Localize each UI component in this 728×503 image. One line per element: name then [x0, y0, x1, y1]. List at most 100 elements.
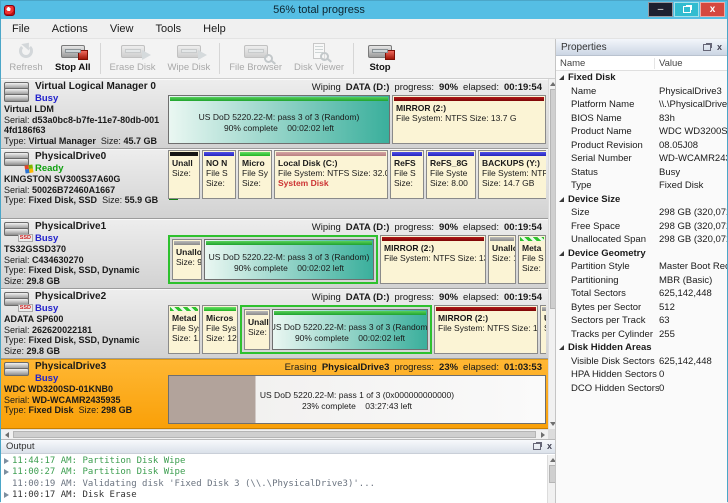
property-row[interactable]: Product Revision08.05J08: [556, 139, 727, 153]
expander-icon[interactable]: [559, 345, 564, 350]
wipe-progress-block[interactable]: US DoD 5220.22-M: pass 3 of 3 (Random) 9…: [204, 239, 374, 280]
disk-model: WDC WD3200SD-01KNB0: [4, 384, 164, 395]
titlebar: 56% total progress – x: [1, 1, 727, 19]
close-panel-icon[interactable]: x: [717, 43, 722, 52]
minimize-button[interactable]: –: [648, 2, 673, 17]
column-name[interactable]: Name: [556, 58, 655, 69]
section-device-geometry[interactable]: Device Geometry: [556, 247, 727, 261]
disk-row-physicaldrive3-selected[interactable]: PhysicalDrive3 Busy WDC WD3200SD-01KNB0 …: [1, 359, 548, 429]
wipe-status-line: WipingDATA (D:) progress:90% elapsed:00:…: [168, 220, 546, 235]
expand-arrow-icon[interactable]: [4, 458, 12, 464]
disk-row-physicaldrive2[interactable]: SSD PhysicalDrive2 Busy ADATA SP600 Seri…: [1, 289, 548, 359]
property-row[interactable]: HPA Hidden Sectors0: [556, 368, 727, 382]
menu-help[interactable]: Help: [192, 23, 237, 35]
partition-block[interactable]: USi: [540, 305, 546, 354]
property-row[interactable]: Size298 GB (320,072,93: [556, 206, 727, 220]
disk-info[interactable]: SSD PhysicalDrive1 Busy TS32GSSD370 Seri…: [1, 220, 167, 288]
refresh-button[interactable]: Refresh: [3, 39, 49, 78]
disk-row-virtual-manager[interactable]: Virtual Logical Manager 0 Busy Virtual L…: [1, 79, 548, 149]
property-row[interactable]: Total Sectors625,142,448: [556, 287, 727, 301]
property-row[interactable]: Visible Disk Sectors625,142,448: [556, 355, 727, 369]
log-line[interactable]: 11:00:19 AM: Validating disk 'Fixed Disk…: [1, 478, 547, 490]
partition-block[interactable]: ReFS_8GFile SysteSize: 8.00: [426, 150, 476, 199]
partition-block[interactable]: UnallSize:: [168, 150, 200, 199]
property-row[interactable]: Bytes per Sector512: [556, 301, 727, 315]
erase-progress-block[interactable]: US DoD 5220.22-M: pass 1 of 3 (0x0000000…: [168, 375, 546, 424]
disk-row-physicaldrive1[interactable]: SSD PhysicalDrive1 Busy TS32GSSD370 Seri…: [1, 219, 548, 289]
property-row[interactable]: Platform Name\\.\PhysicalDrive3: [556, 98, 727, 112]
partition-block[interactable]: MicrosFile SysSize: 12: [202, 305, 238, 354]
section-fixed-disk[interactable]: Fixed Disk: [556, 71, 727, 85]
float-panel-icon[interactable]: [533, 443, 541, 450]
disk-serial: 262620022181: [32, 325, 92, 335]
partition-block[interactable]: MIRROR (2:) File System: NTFS Size: 13.7…: [392, 95, 546, 144]
disk-info[interactable]: Virtual Logical Manager 0 Busy Virtual L…: [1, 80, 167, 148]
stop-button[interactable]: Stop: [357, 39, 403, 78]
expand-arrow-icon[interactable]: [4, 469, 12, 475]
status-badge: Ready: [35, 163, 106, 174]
partition-block[interactable]: MicroFile SySize:: [238, 150, 272, 199]
toolbar-separator: [353, 43, 354, 74]
expander-icon[interactable]: [559, 251, 564, 256]
property-row[interactable]: PartitioningMBR (Basic): [556, 274, 727, 288]
disk-info[interactable]: PhysicalDrive3 Busy WDC WD3200SD-01KNB0 …: [1, 360, 167, 428]
disk-info[interactable]: PhysicalDrive0 Ready KINGSTON SV300S37A6…: [1, 150, 167, 218]
property-row[interactable]: Unallocated Span298 GB (320,072,93: [556, 233, 727, 247]
property-row[interactable]: StatusBusy: [556, 166, 727, 180]
log-line[interactable]: 11:44:17 AM: Partition Disk Wipe: [1, 455, 547, 467]
partition-block[interactable]: MetaFile SSize:: [518, 235, 546, 284]
scroll-left-arrow[interactable]: [1, 430, 12, 439]
close-button[interactable]: x: [700, 2, 725, 17]
partition-block[interactable]: UnalloSize: 1: [488, 235, 516, 284]
property-row[interactable]: Sectors per Track63: [556, 314, 727, 328]
restore-button[interactable]: [674, 2, 699, 17]
property-row[interactable]: Product NameWDC WD3200SD-0: [556, 125, 727, 139]
partition-block[interactable]: MIRROR (2:)File System: NTFS Size: 13.7 …: [434, 305, 538, 354]
property-row[interactable]: TypeFixed Disk: [556, 179, 727, 193]
stop-all-button[interactable]: Stop All: [49, 39, 97, 78]
property-row[interactable]: Serial NumberWD-WCAMR24359: [556, 152, 727, 166]
float-panel-icon[interactable]: [703, 44, 711, 51]
file-browser-button[interactable]: File Browser: [223, 39, 288, 78]
property-row[interactable]: Partition StyleMaster Boot Recor: [556, 260, 727, 274]
scroll-thumb[interactable]: [13, 431, 536, 438]
log-line[interactable]: 11:00:27 AM: Partition Disk Wipe: [1, 467, 547, 479]
partition-block[interactable]: ReFSFile SSize:: [390, 150, 424, 199]
close-panel-icon[interactable]: x: [547, 442, 552, 451]
expand-arrow-icon[interactable]: [4, 492, 12, 498]
expander-icon[interactable]: [559, 75, 564, 80]
menu-tools[interactable]: Tools: [144, 23, 192, 35]
erase-disk-button[interactable]: Erase Disk: [104, 39, 162, 78]
disk-type: Fixed Disk, SSD, Dynamic: [29, 335, 140, 345]
wipe-progress-block[interactable]: US DoD 5220.22-M: pass 3 of 3 (Random) 9…: [272, 309, 428, 350]
wipe-progress-block[interactable]: US DoD 5220.22-M: pass 3 of 3 (Random) 9…: [168, 95, 390, 144]
section-device-size[interactable]: Device Size: [556, 193, 727, 207]
partition-block[interactable]: UnalloSize: 9: [172, 239, 202, 280]
partition-block[interactable]: BACKUPS (Y:)File System: NTFSSize: 14.7 …: [478, 150, 546, 199]
disk-viewer-button[interactable]: Disk Viewer: [288, 39, 350, 78]
disk-list-hscrollbar[interactable]: [1, 429, 548, 439]
disk-serial: WD-WCAMR2435935: [32, 395, 121, 405]
property-row[interactable]: Tracks per Cylinder255: [556, 328, 727, 342]
expander-icon[interactable]: [559, 197, 564, 202]
menu-actions[interactable]: Actions: [41, 23, 99, 35]
disk-row-physicaldrive0[interactable]: PhysicalDrive0 Ready KINGSTON SV300S37A6…: [1, 149, 548, 219]
properties-panel: Properties x Name Value Fixed Disk NameP…: [555, 39, 727, 503]
partition-block[interactable]: MetadFile SysSize: 1.0: [168, 305, 200, 354]
disk-info[interactable]: SSD PhysicalDrive2 Busy ADATA SP600 Seri…: [1, 290, 167, 358]
property-row[interactable]: Free Space298 GB (320,072,93: [556, 220, 727, 234]
property-row[interactable]: NamePhysicalDrive3: [556, 85, 727, 99]
partition-block[interactable]: MIRROR (2:)File System: NTFS Size: 13.7 …: [380, 235, 486, 284]
menu-view[interactable]: View: [99, 23, 145, 35]
menu-file[interactable]: File: [1, 23, 41, 35]
wipe-disk-button[interactable]: Wipe Disk: [161, 39, 216, 78]
partition-block-system[interactable]: Local Disk (C:)File System: NTFS Size: 3…: [274, 150, 388, 199]
column-value[interactable]: Value: [655, 58, 727, 69]
property-row[interactable]: DCO Hidden Sectors0: [556, 382, 727, 396]
partition-block[interactable]: NO NFile SSize:: [202, 150, 236, 199]
log-line[interactable]: 11:00:17 AM: Disk Erase: [1, 490, 547, 502]
scroll-right-arrow[interactable]: [537, 430, 548, 439]
property-row[interactable]: BIOS Name83h: [556, 112, 727, 126]
section-disk-hidden-areas[interactable]: Disk Hidden Areas: [556, 341, 727, 355]
partition-block[interactable]: UnallSize:: [244, 309, 270, 350]
